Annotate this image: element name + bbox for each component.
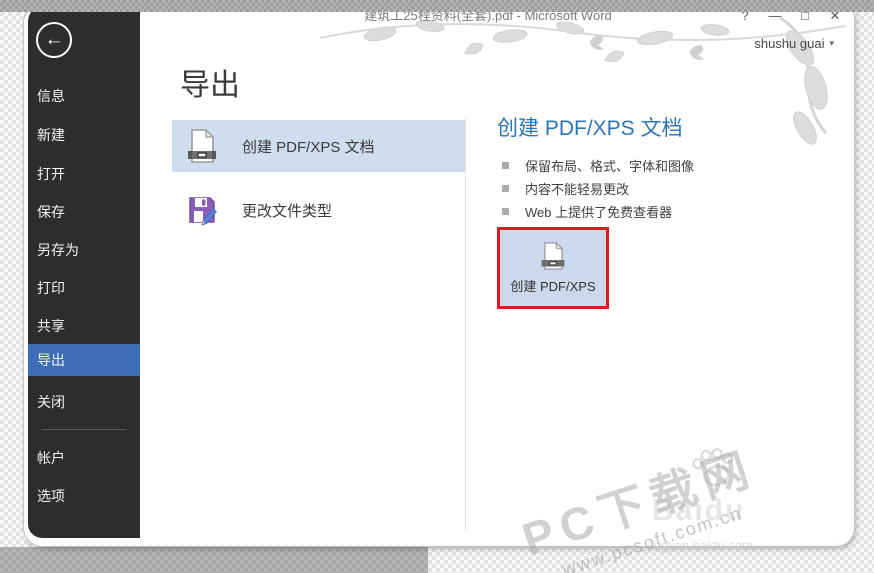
account-name: shushu guai [754, 36, 825, 51]
bullet-text: Web 上提供了免费查看器 [525, 205, 673, 220]
account-menu[interactable]: shushu guai ▾ [754, 36, 834, 51]
panel-separator [465, 118, 466, 533]
sidebar-item-options[interactable]: 选项 [28, 483, 140, 509]
panel-heading: 创建 PDF/XPS 文档 [497, 117, 683, 140]
option-create-pdf-xps[interactable]: 创建 PDF/XPS 文档 [172, 120, 465, 172]
sidebar-item-share[interactable]: 共享 [28, 313, 140, 339]
create-pdf-xps-button[interactable]: 创建 PDF/XPS [497, 227, 609, 309]
button-label: 创建 PDF/XPS [510, 279, 596, 294]
sidebar-item-saveas[interactable]: 另存为 [28, 237, 140, 263]
back-button[interactable]: ← [36, 22, 72, 58]
square-bullet-icon [502, 162, 509, 169]
option-change-file-type[interactable]: 更改文件类型 [172, 188, 465, 232]
back-arrow-icon: ← [44, 29, 64, 50]
sidebar-item-print[interactable]: 打印 [28, 275, 140, 301]
sidebar-item-account[interactable]: 帐户 [28, 445, 140, 471]
panel-bullet: 内容不能轻易更改 [502, 179, 629, 198]
option-label: 创建 PDF/XPS 文档 [242, 138, 375, 156]
page-title: 导出 [180, 69, 240, 102]
transparency-checker-strip [0, 0, 874, 12]
sidebar-divider [42, 429, 126, 430]
pdf-document-icon [541, 241, 565, 270]
floppy-pencil-icon [189, 197, 217, 226]
bullet-text: 保留布局、格式、字体和图像 [525, 159, 695, 174]
bullet-text: 内容不能轻易更改 [525, 182, 630, 197]
sidebar-item-close[interactable]: 关闭 [28, 389, 140, 415]
chevron-down-icon: ▾ [829, 38, 834, 48]
pdf-document-icon [188, 128, 216, 163]
square-bullet-icon [502, 208, 509, 215]
panel-bullet: Web 上提供了免费查看器 [502, 202, 672, 221]
screenshot-root: { "title_bar": { "title": "建筑工25程资料(全套).… [0, 0, 874, 573]
word-backstage-window: 建筑工25程资料(全套).pdf - Microsoft Word ? — □ … [24, 8, 854, 546]
square-bullet-icon [502, 185, 509, 192]
sidebar-item-export[interactable]: 导出 [28, 344, 140, 376]
option-label: 更改文件类型 [242, 202, 333, 220]
window-shadow [0, 547, 428, 573]
sidebar-item-open[interactable]: 打开 [28, 161, 140, 187]
panel-bullet: 保留布局、格式、字体和图像 [502, 156, 694, 175]
sidebar-item-new[interactable]: 新建 [28, 122, 140, 148]
sidebar-item-save[interactable]: 保存 [28, 199, 140, 225]
backstage-sidebar: ← 信息 新建 打开 保存 另存为 打印 共享 导出 关闭 帐户 选项 [28, 8, 140, 538]
sidebar-item-info[interactable]: 信息 [28, 83, 140, 109]
